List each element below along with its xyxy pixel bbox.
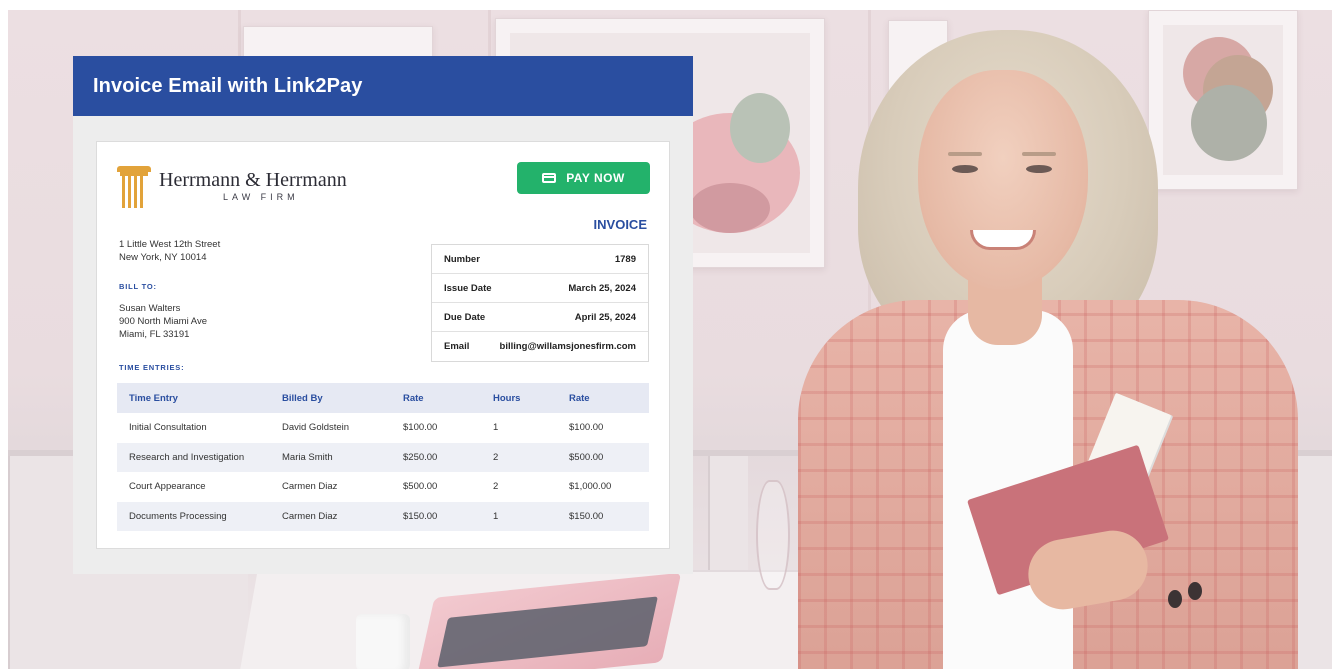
bill-to-name: Susan Walters [119, 303, 181, 314]
cell-amount: $1,000.00 [569, 481, 612, 493]
firm-subtitle: LAW FIRM [223, 192, 299, 202]
meta-row-issue-date: Issue Date March 25, 2024 [432, 274, 648, 303]
bill-to-address: Susan Walters 900 North Miami Ave Miami,… [119, 302, 207, 341]
meta-row-due-date: Due Date April 25, 2024 [432, 303, 648, 332]
pillar-logo-icon [117, 162, 151, 210]
bill-to-city: Miami, FL 33191 [119, 329, 190, 340]
cell-billed-by: Carmen Diaz [282, 501, 403, 531]
meta-row-email: Email billing@willamsjonesfirm.com [432, 332, 648, 361]
meta-key: Number [444, 253, 480, 265]
cell-hours: 2 [493, 442, 569, 472]
column-header: Time Entry [117, 383, 282, 413]
bill-to-label: BILL TO: [119, 282, 157, 291]
column-header: Rate [569, 383, 649, 413]
card-header: Invoice Email with Link2Pay [73, 56, 693, 116]
table-row: Court Appearance Carmen Diaz $500.00 2 $… [117, 472, 649, 502]
cell-hours: 2 [493, 481, 499, 493]
meta-key: Issue Date [444, 282, 492, 294]
cell-amount: $500.00 [569, 442, 649, 472]
table-header-row: Time Entry Billed By Rate Hours Rate [117, 383, 649, 413]
pay-now-label: PAY NOW [566, 171, 625, 185]
cell-rate: $500.00 [403, 481, 438, 493]
cell-rate: $150.00 [403, 501, 493, 531]
pay-now-button[interactable]: PAY NOW [517, 162, 650, 194]
address-line2: New York, NY 10014 [119, 252, 207, 263]
cell-billed-by: David Goldstein [282, 422, 350, 434]
address-line1: 1 Little West 12th Street [119, 239, 221, 250]
meta-value: 1789 [614, 253, 636, 265]
invoice-document: Herrmann & Herrmann LAW FIRM PAY NOW INV… [96, 141, 670, 549]
cell-time-entry: Documents Processing [117, 501, 282, 531]
column-header: Hours [493, 383, 569, 413]
table-row: Initial Consultation David Goldstein $10… [117, 413, 649, 443]
cell-time-entry: Research and Investigation [117, 442, 282, 472]
time-entries-table: Time Entry Billed By Rate Hours Rate Ini… [117, 383, 649, 531]
meta-value: billing@willamsjonesfirm.com [499, 341, 636, 352]
cell-billed-by: Carmen Diaz [282, 481, 338, 493]
table-row: Research and Investigation Maria Smith $… [117, 442, 649, 472]
mug [356, 614, 410, 669]
cell-time-entry: Court Appearance [129, 481, 206, 493]
column-header: Billed By [282, 383, 403, 413]
cell-amount: $150.00 [569, 501, 649, 531]
firm-logo: Herrmann & Herrmann LAW FIRM [117, 162, 347, 210]
meta-row-number: Number 1789 [432, 245, 648, 274]
smiling-woman [768, 30, 1328, 669]
cell-hours: 1 [493, 501, 569, 531]
bill-to-street: 900 North Miami Ave [119, 316, 208, 327]
meta-value: March 25, 2024 [568, 282, 636, 294]
meta-key: Email [444, 341, 470, 352]
firm-address: 1 Little West 12th Street New York, NY 1… [119, 238, 220, 264]
column-header: Rate [403, 383, 493, 413]
cell-amount: $100.00 [569, 422, 604, 434]
table-row: Documents Processing Carmen Diaz $150.00… [117, 501, 649, 531]
time-entries-label: TIME ENTRIES: [119, 363, 185, 372]
cell-time-entry: Initial Consultation [129, 422, 207, 434]
meta-value: April 25, 2024 [574, 311, 636, 323]
invoice-meta-table: Number 1789 Issue Date March 25, 2024 Du… [431, 244, 649, 362]
invoice-email-card: Invoice Email with Link2Pay Herrmann & H… [73, 56, 693, 574]
cell-rate: $250.00 [403, 442, 493, 472]
meta-key: Due Date [444, 311, 486, 323]
cell-hours: 1 [493, 422, 499, 434]
credit-card-icon [542, 173, 557, 183]
invoice-heading: INVOICE [593, 217, 647, 232]
firm-name: Herrmann & Herrmann [159, 169, 347, 191]
cell-rate: $100.00 [403, 422, 438, 434]
cell-billed-by: Maria Smith [282, 442, 403, 472]
card-title: Invoice Email with Link2Pay [93, 74, 363, 97]
